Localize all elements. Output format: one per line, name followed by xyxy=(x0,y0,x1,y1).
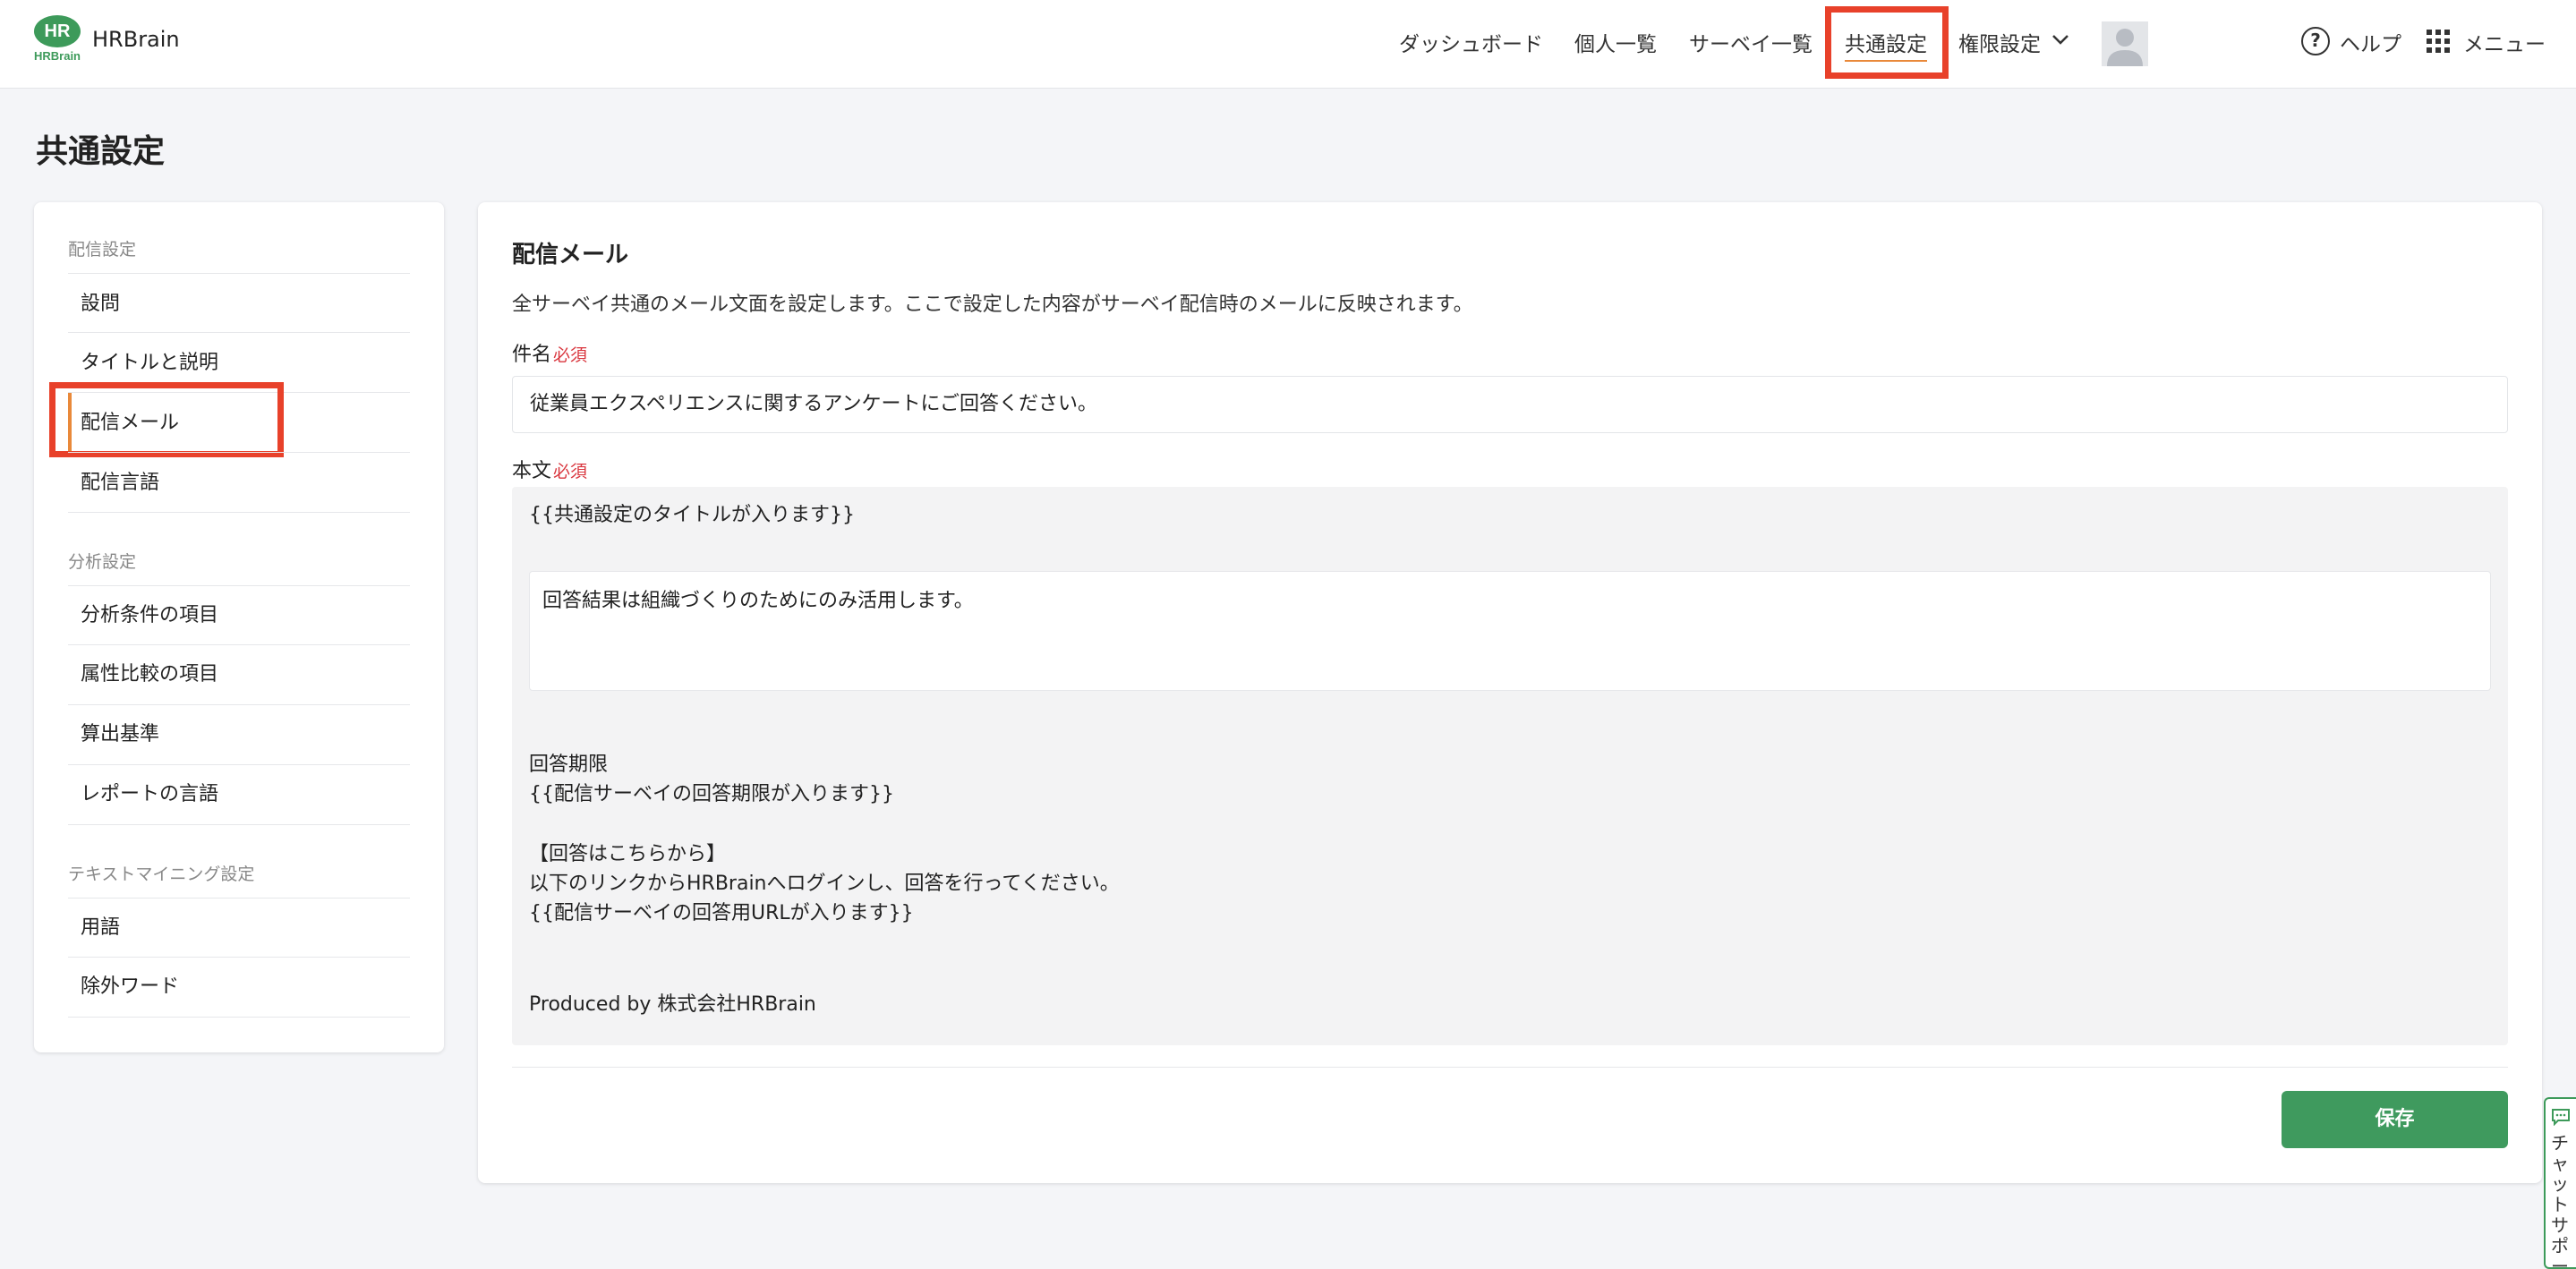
section-title-text-mining: テキストマイニング設定 xyxy=(68,864,255,884)
hrbrain-logo[interactable]: HR HRBrain xyxy=(32,15,82,64)
chat-support-tab[interactable]: チャットサポート xyxy=(2544,1097,2576,1269)
sidebar-item-terms[interactable]: 用語 xyxy=(81,911,120,940)
nav-permission-settings[interactable]: 権限設定 xyxy=(1958,27,2041,57)
subject-field[interactable]: 従業員エクスペリエンスに関するアンケートにご回答ください。 xyxy=(512,376,2508,433)
avatar-icon xyxy=(2107,29,2143,66)
divider xyxy=(68,644,410,645)
grid-menu-icon[interactable] xyxy=(2427,30,2450,53)
divider xyxy=(68,1017,410,1018)
divider xyxy=(68,957,410,958)
required-badge: 必須 xyxy=(553,462,588,481)
nav-person-list[interactable]: 個人一覧 xyxy=(1574,27,1657,57)
mail-footer: Produced by 株式会社HRBrain xyxy=(529,993,816,1016)
chevron-down-icon[interactable] xyxy=(2051,30,2069,48)
divider xyxy=(68,585,410,586)
chat-icon xyxy=(2552,1109,2570,1126)
save-button[interactable]: 保存 xyxy=(2282,1091,2508,1148)
divider xyxy=(68,452,410,453)
highlight-box-sidebar xyxy=(49,382,284,457)
sidebar-item-analysis-conditions[interactable]: 分析条件の項目 xyxy=(81,599,218,627)
highlight-box-nav xyxy=(1825,6,1949,79)
divider xyxy=(68,824,410,825)
subject-label-text: 件名 xyxy=(512,344,552,366)
sidebar-item-distribution-language[interactable]: 配信言語 xyxy=(81,466,159,495)
mail-body-editor: {{共通設定のタイトルが入ります}} 回答結果は組織づくりのためにのみ活用します… xyxy=(512,487,2508,1045)
panel-title: 配信メール xyxy=(512,242,629,268)
answer-heading: 【回答はこちらから】 xyxy=(529,843,727,865)
divider xyxy=(68,704,410,705)
menu-link[interactable]: メニュー xyxy=(2463,27,2546,57)
page-title: 共通設定 xyxy=(36,133,166,170)
body-label: 本文 必須 xyxy=(512,455,587,483)
help-circle-icon[interactable]: ? xyxy=(2301,27,2330,55)
divider xyxy=(68,512,410,513)
body-text-value: 回答結果は組織づくりのためにのみ活用します。 xyxy=(542,590,974,612)
panel-description: 全サーベイ共通のメール文面を設定します。ここで設定した内容がサーベイ配信時のメー… xyxy=(512,294,1473,316)
app-name: HRBrain xyxy=(92,27,180,52)
top-header: HR HRBrain HRBrain ダッシュボード 個人一覧 サーベイ一覧 共… xyxy=(0,0,2576,89)
answer-instruction: 以下のリンクからHRBrainへログインし、回答を行ってください。 xyxy=(529,873,1120,895)
divider xyxy=(68,332,410,333)
subject-label: 件名 必須 xyxy=(512,338,587,367)
url-placeholder: {{配信サーベイの回答用URLが入ります}} xyxy=(529,902,914,924)
divider xyxy=(68,764,410,765)
mail-settings-panel: 配信メール 全サーベイ共通のメール文面を設定します。ここで設定した内容がサーベイ… xyxy=(478,202,2542,1183)
sidebar-item-calculation-basis[interactable]: 算出基準 xyxy=(81,718,159,746)
nav-survey-list[interactable]: サーベイ一覧 xyxy=(1689,27,1813,57)
help-link[interactable]: ヘルプ xyxy=(2340,27,2401,57)
sidebar-item-questions[interactable]: 設問 xyxy=(81,287,120,316)
required-badge: 必須 xyxy=(553,345,588,365)
section-title-distribution: 配信設定 xyxy=(68,240,137,260)
logo-mark: HR xyxy=(34,15,81,47)
avatar[interactable] xyxy=(2102,21,2148,66)
title-placeholder: {{共通設定のタイトルが入ります}} xyxy=(529,504,855,526)
settings-sidebar: 配信設定 設問 タイトルと説明 配信メール 配信言語 分析設定 分析条件の項目 … xyxy=(34,202,444,1052)
divider xyxy=(68,898,410,899)
body-label-text: 本文 xyxy=(512,460,552,482)
body-text-field[interactable]: 回答結果は組織づくりのためにのみ活用します。 xyxy=(529,571,2491,691)
nav-dashboard[interactable]: ダッシュボード xyxy=(1399,27,1543,57)
chat-support-label: チャットサポート xyxy=(2551,1132,2569,1269)
sidebar-item-title-description[interactable]: タイトルと説明 xyxy=(81,346,218,375)
logo-subtext: HRBrain xyxy=(33,49,81,63)
deadline-heading: 回答期限 xyxy=(529,754,609,776)
sidebar-item-excluded-words[interactable]: 除外ワード xyxy=(81,970,179,999)
deadline-placeholder: {{配信サーベイの回答期限が入ります}} xyxy=(529,783,894,805)
divider xyxy=(512,1067,2508,1068)
sidebar-item-attribute-comparison[interactable]: 属性比較の項目 xyxy=(81,658,218,686)
divider xyxy=(68,273,410,274)
sidebar-item-report-language[interactable]: レポートの言語 xyxy=(81,778,218,806)
section-title-analysis: 分析設定 xyxy=(68,552,137,572)
